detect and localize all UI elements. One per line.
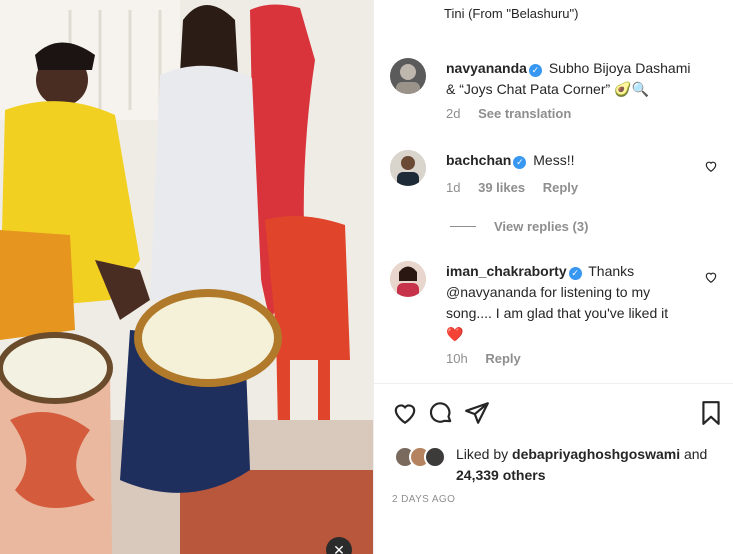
song-caption: Tini (From "Belashuru") bbox=[444, 6, 579, 21]
comment-meta: 10h Reply bbox=[446, 351, 535, 366]
avatar[interactable] bbox=[390, 150, 426, 186]
view-replies-button[interactable]: View replies (3) bbox=[450, 219, 588, 234]
comment-text: navyananda ✓ Subho Bijoya Dashami & “Joys… bbox=[446, 58, 696, 100]
verified-icon: ✓ bbox=[568, 267, 582, 280]
liked-by-section: Liked by debapriyaghoshgoswami and 24,33… bbox=[394, 444, 724, 488]
comment-text: iman_chakraborty ✓ Thanks @navyananda for… bbox=[446, 261, 696, 345]
post-media: ✕ bbox=[0, 0, 373, 554]
share-send-icon[interactable] bbox=[464, 400, 490, 426]
comment-time: 2d bbox=[446, 106, 461, 121]
divider-line bbox=[450, 226, 476, 227]
liked-by-prefix: Liked by bbox=[456, 446, 509, 462]
comment-bubble-icon[interactable] bbox=[428, 400, 454, 426]
view-replies-label: View replies (3) bbox=[494, 219, 589, 234]
liked-by-and: and bbox=[683, 446, 708, 462]
comment-item: navyananda ✓ Subho Bijoya Dashami & “Joys… bbox=[390, 58, 722, 128]
post-photo bbox=[0, 0, 373, 554]
like-heart-icon[interactable] bbox=[392, 400, 418, 426]
avatar[interactable] bbox=[390, 261, 426, 297]
heart-emoji-icon: ❤️ bbox=[446, 326, 464, 342]
verified-icon: ✓ bbox=[513, 156, 527, 169]
comments-panel: Tini (From "Belashuru") navyananda ✓ Subh… bbox=[373, 0, 733, 554]
like-comment-heart-icon[interactable] bbox=[704, 159, 718, 173]
comment-meta: 1d 39 likes Reply bbox=[446, 180, 592, 195]
reply-button[interactable]: Reply bbox=[543, 180, 578, 195]
like-comment-heart-icon[interactable] bbox=[704, 270, 718, 284]
comment-item: bachchan ✓ Mess!! 1d 39 likes Reply bbox=[390, 150, 722, 210]
post-date: 2 DAYS AGO bbox=[392, 494, 456, 505]
see-translation-button[interactable]: See translation bbox=[478, 106, 571, 121]
liked-by-avatars bbox=[394, 446, 450, 468]
verified-icon: ✓ bbox=[528, 64, 542, 77]
liked-by-username[interactable]: debapriyaghoshgoswami bbox=[512, 446, 680, 462]
reply-button[interactable]: Reply bbox=[485, 351, 520, 366]
avatar[interactable] bbox=[424, 446, 446, 468]
comment-item: iman_chakraborty ✓ Thanks @navyananda for… bbox=[390, 261, 722, 371]
comment-text: bachchan ✓ Mess!! bbox=[446, 150, 696, 171]
comment-body: Mess!! bbox=[533, 152, 575, 168]
section-divider bbox=[374, 383, 733, 384]
comment-username[interactable]: navyananda bbox=[446, 60, 527, 76]
likes-count[interactable]: 24,339 others bbox=[456, 467, 546, 483]
comment-likes[interactable]: 39 likes bbox=[478, 180, 525, 195]
comment-time: 10h bbox=[446, 351, 468, 366]
save-bookmark-icon[interactable] bbox=[698, 400, 724, 426]
comment-username[interactable]: iman_chakraborty bbox=[446, 263, 567, 279]
liked-by-text: Liked by debapriyaghoshgoswami and 24,33… bbox=[456, 444, 726, 486]
comment-username[interactable]: bachchan bbox=[446, 152, 511, 168]
comment-time: 1d bbox=[446, 180, 461, 195]
post-actions bbox=[392, 400, 722, 426]
comment-meta: 2d See translation bbox=[446, 106, 585, 121]
avatar[interactable] bbox=[390, 58, 426, 94]
